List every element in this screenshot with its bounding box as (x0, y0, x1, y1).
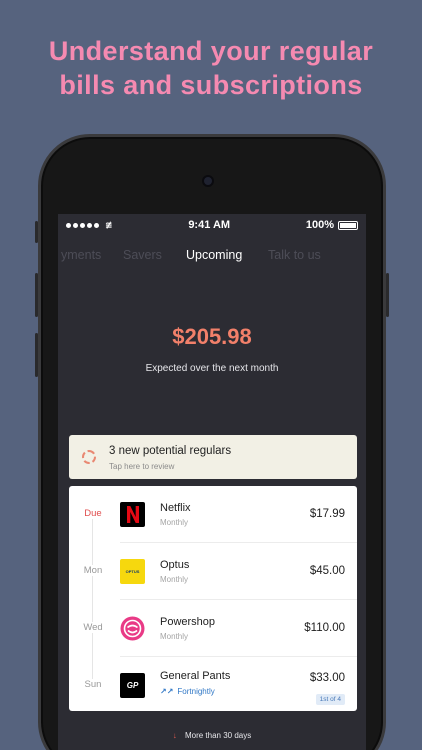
payment-amount: $110.00 (304, 622, 345, 634)
tab-savers[interactable]: Savers (123, 248, 162, 262)
powershop-logo-icon (120, 616, 145, 641)
headline-line-1: Understand your regular (48, 36, 374, 66)
battery-percent: 100% (305, 219, 334, 231)
payee-name: Optus (160, 559, 190, 571)
arrow-down-icon: ↓ (172, 731, 177, 740)
tab-talk-to-us[interactable]: Talk to us (268, 248, 321, 262)
mute-switch (35, 221, 38, 243)
payee-name: Netflix (160, 502, 191, 514)
payee-name: Powershop (160, 616, 216, 628)
phone-frame: ≇ 9:41 AM 100% yments Savers Upcoming Ta… (35, 134, 389, 750)
more-label: More than 30 days (184, 731, 252, 740)
headline-line-2: bills and subscriptions (59, 70, 363, 100)
signal-indicator: ≇ (66, 220, 113, 231)
netflix-logo-icon (120, 502, 145, 527)
volume-down-button (35, 333, 38, 377)
payment-frequency: Fortnightly (177, 687, 215, 696)
fortnightly-icon: ↗↗ (160, 687, 174, 696)
payee-name: General Pants (160, 670, 231, 682)
payment-row-netflix[interactable]: Due Netflix Monthly $17.99 (69, 486, 357, 543)
day-label: Sun (69, 679, 117, 690)
day-label: Wed (69, 622, 117, 633)
day-label: Mon (69, 565, 117, 576)
tab-upcoming[interactable]: Upcoming (186, 248, 242, 262)
battery-icon (338, 220, 358, 230)
payment-frequency: Monthly (160, 632, 189, 641)
payment-row-powershop[interactable]: Wed Powershop Monthly $110.00 (69, 600, 357, 657)
payment-amount: $45.00 (309, 565, 345, 577)
status-time: 9:41 AM (188, 219, 231, 231)
day-label: Due (69, 508, 117, 519)
payment-row-general-pants[interactable]: Sun GP General Pants ↗↗ Fortnightly $33.… (69, 657, 357, 714)
power-button (386, 273, 389, 317)
general-pants-logo-icon: GP (120, 673, 145, 698)
tab-bar: yments Savers Upcoming Talk to us (58, 238, 366, 274)
headline: Understand your regular bills and subscr… (0, 34, 422, 102)
tab-payments[interactable]: yments (61, 248, 101, 262)
wifi-icon: ≇ (105, 219, 113, 230)
upcoming-caption: Expected over the next month (145, 363, 279, 374)
payment-amount: $33.00 (309, 672, 345, 684)
payment-frequency: Monthly (160, 575, 189, 584)
payment-frequency: Monthly (160, 518, 189, 527)
payment-frequency-row: ↗↗ Fortnightly (160, 687, 215, 696)
installment-badge: 1st of 4 (315, 694, 345, 705)
payment-row-optus[interactable]: Mon OPTUS Optus Monthly $45.00 (69, 543, 357, 600)
payment-amount: $17.99 (309, 508, 345, 520)
app-screen: ≇ 9:41 AM 100% yments Savers Upcoming Ta… (58, 214, 366, 750)
volume-up-button (35, 273, 38, 317)
banner-title: 3 new potential regulars (109, 445, 232, 457)
front-camera (202, 175, 214, 187)
status-bar: ≇ 9:41 AM 100% (58, 214, 366, 236)
upcoming-total: $205.98 (172, 324, 252, 349)
more-than-30-days-link[interactable]: ↓ More than 30 days (58, 731, 366, 740)
banner-subtitle: Tap here to review (109, 462, 175, 471)
upcoming-payments-list: Due Netflix Monthly $17.99 Mon OPTUS Opt… (69, 486, 357, 711)
battery-indicator: 100% (306, 219, 358, 231)
optus-logo-icon: OPTUS (120, 559, 145, 584)
potential-regulars-banner[interactable]: 3 new potential regulars Tap here to rev… (69, 435, 357, 479)
dashed-circle-icon (82, 450, 96, 464)
